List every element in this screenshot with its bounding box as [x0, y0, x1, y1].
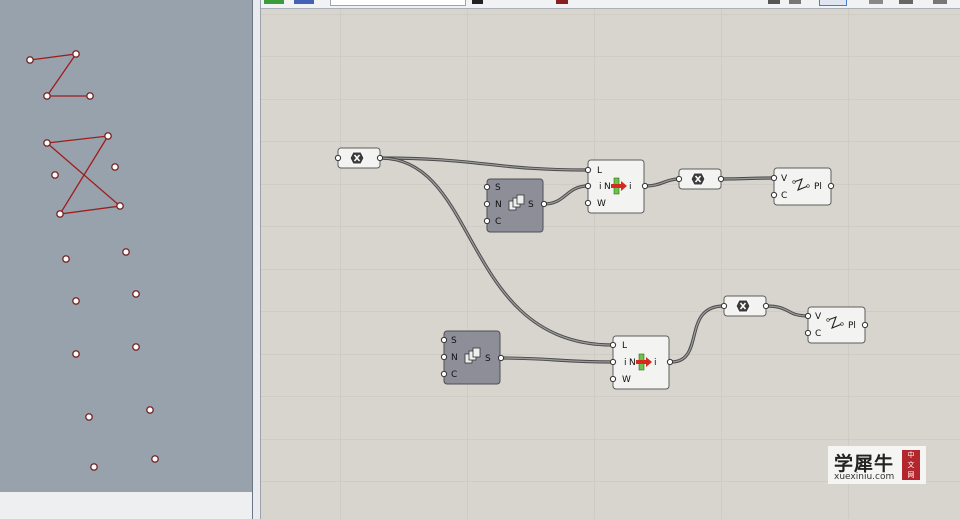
point-marker — [146, 406, 154, 414]
watermark-badge: 中 文 网 — [902, 450, 920, 480]
dispatch-input-l: L — [597, 166, 602, 176]
watermark: 学犀牛 xuexiniu.com 中 文 网 — [828, 446, 926, 484]
point-marker — [72, 297, 80, 305]
polyline-input-c: C — [815, 329, 821, 339]
point-marker — [111, 163, 119, 171]
point-marker — [90, 463, 98, 471]
polyline-input-v: V — [781, 174, 788, 184]
dispatch-input-w: W — [622, 375, 631, 385]
series-input-s: S — [495, 183, 501, 193]
point-marker — [43, 92, 51, 100]
polyline-input-v: V — [815, 312, 822, 322]
series-input-c: C — [451, 370, 457, 380]
point-marker — [26, 56, 34, 64]
point-marker — [85, 413, 93, 421]
canvas-grid — [261, 0, 960, 519]
dispatch-center-label: N — [629, 358, 636, 368]
param-hex-icon — [735, 299, 751, 313]
toolbar-icon[interactable] — [264, 0, 284, 4]
toolbar-icon[interactable] — [472, 0, 483, 4]
toolbar-icon[interactable] — [768, 0, 780, 4]
param-component-output-1[interactable] — [675, 168, 725, 190]
watermark-badge-char: 网 — [907, 471, 915, 479]
point-marker — [151, 455, 159, 463]
param-hex-icon — [349, 151, 365, 165]
series-component-2[interactable]: S N C S — [440, 330, 505, 385]
grasshopper-canvas[interactable]: S N C S L i W N i V C Pl S N C S L i W N… — [261, 0, 960, 519]
point-marker — [132, 343, 140, 351]
toolbar-icon[interactable] — [869, 0, 883, 4]
point-marker — [51, 171, 59, 179]
point-marker — [62, 255, 70, 263]
series-input-c: C — [495, 217, 501, 227]
rhino-viewport[interactable] — [0, 0, 252, 519]
series-input-n: N — [495, 200, 502, 210]
polyline-output-pl: Pl — [814, 182, 822, 192]
point-marker — [132, 290, 140, 298]
panel-splitter[interactable] — [252, 0, 261, 519]
series-output-s: S — [528, 200, 534, 210]
viewport-geometry — [26, 50, 159, 471]
point-markers — [26, 50, 159, 471]
polyline-output-pl: Pl — [848, 321, 856, 331]
dispatch-input-i: i — [624, 358, 627, 368]
dispatch-input-i: i — [599, 182, 602, 192]
point-marker — [104, 132, 112, 140]
series-input-n: N — [451, 353, 458, 363]
polyline-component-1[interactable]: V C Pl — [770, 167, 835, 206]
dispatch-component-1[interactable]: L i W N i — [584, 159, 649, 214]
canvas-graph: S N C S L i W N i V C Pl S N C S L i W N… — [261, 0, 960, 519]
point-marker — [72, 350, 80, 358]
dispatch-center-label: N — [604, 182, 611, 192]
point-marker — [122, 248, 130, 256]
toolbar-icon[interactable] — [899, 0, 913, 4]
point-marker — [43, 139, 51, 147]
dispatch-component-2[interactable]: L i W N i — [609, 335, 674, 390]
series-output-s: S — [485, 354, 491, 364]
watermark-badge-char: 中 — [907, 451, 915, 459]
param-component-source[interactable] — [334, 147, 384, 169]
param-hex-icon — [690, 172, 706, 186]
toolbar-icon[interactable] — [789, 0, 801, 4]
polyline-component-2[interactable]: V C Pl — [804, 306, 869, 344]
toolbar-icon[interactable] — [819, 0, 847, 6]
series-input-s: S — [451, 336, 457, 346]
toolbar-icon[interactable] — [933, 0, 947, 4]
point-marker — [86, 92, 94, 100]
toolbar-icon[interactable] — [294, 0, 314, 4]
point-marker — [72, 50, 80, 58]
toolbar-search-field[interactable] — [330, 0, 466, 6]
watermark-badge-char: 文 — [907, 461, 915, 469]
watermark-url: xuexiniu.com — [834, 472, 895, 482]
point-marker — [116, 202, 124, 210]
series-component-1[interactable]: S N C S — [483, 178, 548, 233]
toolbar-icon[interactable] — [556, 0, 568, 4]
polyline-input-c: C — [781, 191, 787, 201]
canvas-toolbar — [261, 0, 960, 9]
dispatch-output-i: i — [629, 182, 632, 192]
dispatch-input-l: L — [622, 341, 627, 351]
viewport-status-strip — [0, 492, 252, 519]
param-component-output-2[interactable] — [720, 295, 770, 317]
polyline-curve-top — [29, 53, 90, 97]
dispatch-input-w: W — [597, 199, 606, 209]
dispatch-output-i: i — [654, 358, 657, 368]
point-marker — [56, 210, 64, 218]
